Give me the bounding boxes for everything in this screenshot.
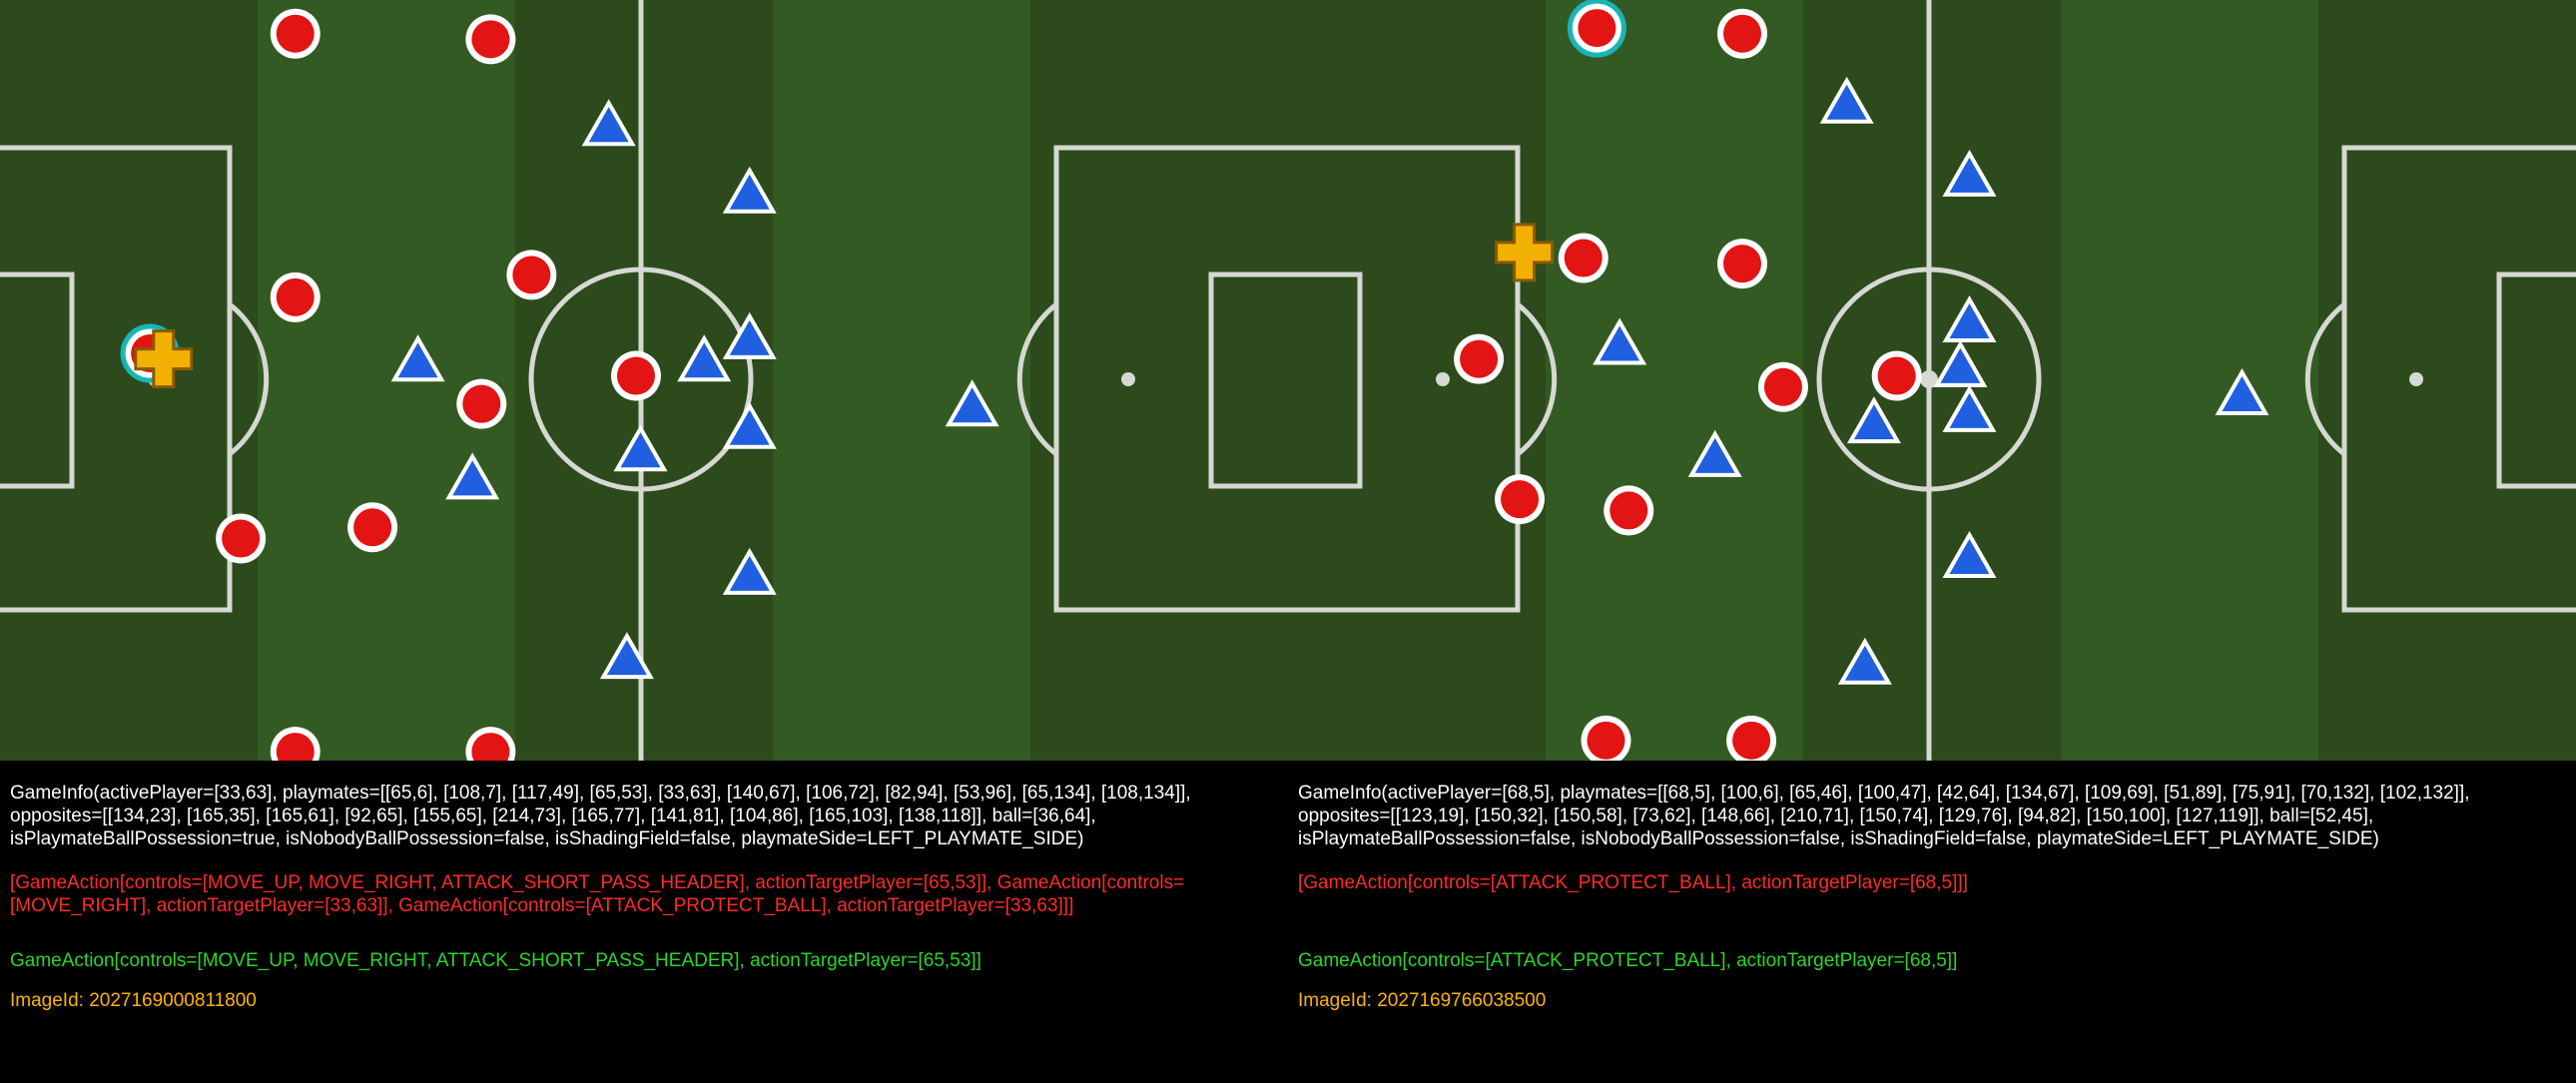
red-circle-icon bbox=[1460, 339, 1499, 378]
game-info-text: GameInfo(activePlayer=[68,5], playmates=… bbox=[1298, 783, 2475, 849]
image-id-text: ImageId: 2027169766038500 bbox=[1298, 990, 1547, 1011]
penalty-spot bbox=[2409, 372, 2423, 386]
grass-stripe bbox=[0, 0, 259, 761]
red-circle-icon bbox=[512, 256, 551, 294]
grass-stripe bbox=[1030, 0, 1288, 761]
right-game-panel: GameInfo(activePlayer=[68,5], playmates=… bbox=[1288, 0, 2576, 1083]
soccer-pitch bbox=[1288, 0, 2576, 761]
left-game-panel: GameInfo(activePlayer=[33,63], playmates… bbox=[0, 0, 1288, 1083]
red-circle-icon bbox=[276, 14, 315, 53]
red-circle-icon bbox=[1732, 721, 1771, 760]
penalty-spot bbox=[1121, 372, 1135, 386]
red-circle-icon bbox=[1723, 14, 1761, 53]
grass-stripe bbox=[2061, 0, 2319, 761]
red-circle-icon bbox=[1610, 491, 1648, 530]
red-circle-icon bbox=[1564, 239, 1603, 277]
available-actions-text: [GameAction[controls=[ATTACK_PROTECT_BAL… bbox=[1298, 872, 1968, 893]
chosen-action-text: GameAction[controls=[ATTACK_PROTECT_BALL… bbox=[1298, 950, 1958, 971]
red-circle-icon bbox=[1501, 480, 1540, 519]
chosen-action-text: GameAction[controls=[MOVE_UP, MOVE_RIGHT… bbox=[10, 950, 981, 971]
soccer-pitch bbox=[0, 0, 1288, 761]
red-circle-icon bbox=[353, 508, 392, 547]
red-circle-icon bbox=[222, 519, 261, 558]
red-circle-icon bbox=[471, 20, 510, 59]
grass-stripe bbox=[2318, 0, 2576, 761]
grass-stripe bbox=[1288, 0, 1547, 761]
red-circle-icon bbox=[276, 277, 315, 316]
red-circle-icon bbox=[1877, 356, 1916, 395]
red-circle-icon bbox=[1763, 367, 1802, 406]
red-circle-icon bbox=[1723, 245, 1761, 283]
penalty-spot bbox=[1436, 372, 1450, 386]
grass-stripe bbox=[773, 0, 1031, 761]
red-circle-icon bbox=[1587, 721, 1625, 760]
red-circle-icon bbox=[617, 356, 655, 395]
available-actions-text: [GameAction[controls=[MOVE_UP, MOVE_RIGH… bbox=[10, 872, 1185, 916]
red-circle-icon bbox=[462, 384, 501, 423]
red-circle-icon bbox=[1578, 9, 1616, 48]
image-id-text: ImageId: 2027169000811800 bbox=[10, 990, 257, 1011]
game-info-text: GameInfo(activePlayer=[33,63], playmates… bbox=[10, 783, 1196, 849]
